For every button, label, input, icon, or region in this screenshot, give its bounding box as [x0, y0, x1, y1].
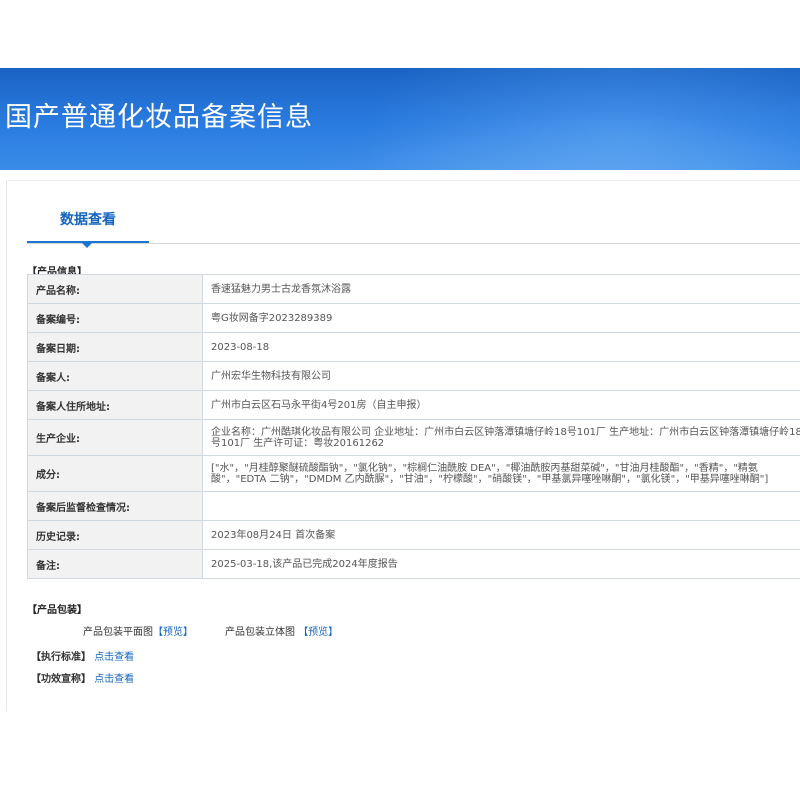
tab-label: 数据查看 — [60, 212, 116, 228]
row-label: 历史记录: — [27, 520, 203, 550]
row-value: 企业名称：广州酷琪化妆品有限公司 企业地址：广州市白云区钟落潭镇塘仔岭18号10… — [202, 419, 800, 456]
page-title: 国产普通化妆品备案信息 — [5, 102, 313, 133]
header-banner: 国产普通化妆品备案信息 — [0, 68, 800, 170]
row-value: 粤G妆网备字2023289389 — [202, 303, 800, 333]
tab-data-view[interactable]: 数据查看 — [27, 207, 149, 248]
efficacy-row: 【功效宣称】 点击查看 — [31, 670, 134, 685]
row-label: 备案日期: — [27, 332, 203, 362]
standard-heading: 【执行标准】 — [31, 652, 91, 663]
row-value: ["水"，"月桂醇聚醚硫酸酯钠"，"氯化钠"，"棕榈仁油酰胺 DEA"，"椰油酰… — [202, 455, 800, 492]
standard-row: 【执行标准】 点击查看 — [31, 648, 134, 663]
packaging-plan-label: 产品包装平面图 — [83, 627, 153, 638]
packaging-plan: 产品包装平面图【预览】 — [83, 623, 193, 638]
row-value: 2025-03-18,该产品已完成2024年度报告 — [202, 549, 800, 579]
row-label: 备案人: — [27, 361, 203, 391]
packaging-plan-preview-link[interactable]: 【预览】 — [153, 627, 193, 638]
row-value: 广州宏华生物科技有限公司 — [202, 361, 800, 391]
packaging-stereo-label: 产品包装立体图 — [225, 627, 295, 638]
table-row: 备注: 2025-03-18,该产品已完成2024年度报告 — [27, 549, 800, 579]
table-row: 备案日期: 2023-08-18 — [27, 332, 800, 362]
table-row: 产品名称: 香速猛魅力男士古龙香氛沐浴露 — [27, 274, 800, 304]
row-value: 2023年08月24日 首次备案 — [202, 520, 800, 550]
product-info-table: 产品名称: 香速猛魅力男士古龙香氛沐浴露 备案编号: 粤G妆网备字2023289… — [27, 274, 800, 579]
table-row: 历史记录: 2023年08月24日 首次备案 — [27, 520, 800, 550]
row-label: 生产企业: — [27, 419, 203, 456]
row-value: 广州市白云区石马永平街4号201房（自主申报） — [202, 390, 800, 420]
table-row: 备案人: 广州宏华生物科技有限公司 — [27, 361, 800, 391]
row-label: 备案编号: — [27, 303, 203, 333]
tab-bar: 数据查看 — [27, 207, 800, 248]
table-row: 备案编号: 粤G妆网备字2023289389 — [27, 303, 800, 333]
banner-decoration — [280, 108, 800, 170]
row-label: 备案后监督检查情况: — [27, 491, 203, 521]
efficacy-heading: 【功效宣称】 — [31, 674, 91, 685]
content-panel: 数据查看 【产品信息】 产品名称: 香速猛魅力男士古龙香氛沐浴露 备案编号: 粤… — [6, 180, 800, 711]
row-label: 成分: — [27, 455, 203, 492]
row-value: 香速猛魅力男士古龙香氛沐浴露 — [202, 274, 800, 304]
table-row: 生产企业: 企业名称：广州酷琪化妆品有限公司 企业地址：广州市白云区钟落潭镇塘仔… — [27, 419, 800, 456]
efficacy-view-link[interactable]: 点击查看 — [94, 674, 134, 685]
row-label: 产品名称: — [27, 274, 203, 304]
tab-active-indicator-icon — [81, 242, 93, 248]
packaging-heading: 【产品包装】 — [27, 605, 87, 616]
row-label: 备案人住所地址: — [27, 390, 203, 420]
row-value: 2023-08-18 — [202, 332, 800, 362]
standard-view-link[interactable]: 点击查看 — [94, 652, 134, 663]
packaging-stereo-preview-link[interactable]: 【预览】 — [298, 627, 338, 638]
row-label: 备注: — [27, 549, 203, 579]
table-row: 备案人住所地址: 广州市白云区石马永平街4号201房（自主申报） — [27, 390, 800, 420]
packaging-stereo: 产品包装立体图 【预览】 — [225, 623, 338, 638]
table-row: 备案后监督检查情况: — [27, 491, 800, 521]
row-value — [202, 491, 800, 521]
table-row: 成分: ["水"，"月桂醇聚醚硫酸酯钠"，"氯化钠"，"棕榈仁油酰胺 DEA"，… — [27, 455, 800, 492]
